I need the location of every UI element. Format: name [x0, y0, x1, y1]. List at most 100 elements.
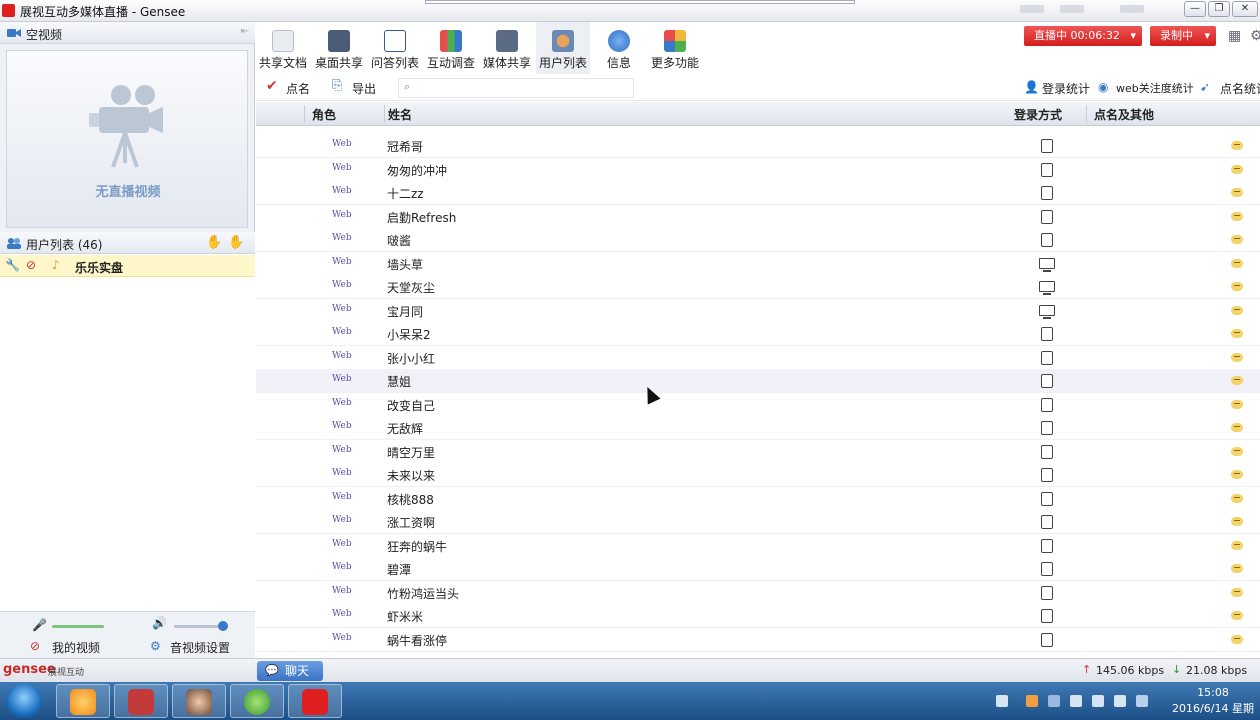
table-row[interactable]: Web 张小小红 — [256, 346, 1260, 370]
login-stats-button[interactable]: 登录统计 — [1042, 80, 1090, 97]
chat-bubble-icon[interactable] — [1231, 235, 1243, 244]
settings-icon[interactable]: ⚙ — [1250, 28, 1260, 44]
restore-button[interactable]: ❐ — [1208, 1, 1230, 17]
chat-bubble-icon[interactable] — [1231, 353, 1243, 362]
bluetooth-tray-icon[interactable] — [1048, 695, 1060, 707]
toolbar-user-list[interactable]: 用户列表 — [536, 22, 590, 74]
table-row[interactable]: Web 冠希哥 — [256, 134, 1260, 158]
camera-off-icon[interactable]: ⊘ — [26, 258, 36, 272]
column-header-role[interactable]: 角色 — [312, 106, 336, 123]
chat-bubble-icon[interactable] — [1231, 635, 1243, 644]
chat-bubble-icon[interactable] — [1231, 447, 1243, 456]
table-row[interactable]: Web 慧姐 — [256, 369, 1260, 393]
system-clock[interactable]: 15:08 2016/6/14 星期二 — [1168, 685, 1258, 720]
chat-bubble-icon[interactable] — [1231, 517, 1243, 526]
rollcall-stats-button[interactable]: 点名统计 — [1220, 80, 1260, 97]
chat-bubble-icon[interactable] — [1231, 470, 1243, 479]
table-row[interactable]: Web 核桃888 — [256, 487, 1260, 511]
app-tray-icon[interactable] — [1026, 695, 1038, 707]
grid-view-icon[interactable]: ▦ — [1228, 28, 1241, 44]
export-button[interactable]: 导出 — [352, 80, 376, 97]
chat-bubble-icon[interactable] — [1231, 541, 1243, 550]
table-row[interactable]: Web 虾米米 — [256, 604, 1260, 628]
collapse-icon[interactable]: ⇤ — [241, 26, 249, 37]
lower-hand-icon[interactable]: ✋ — [228, 235, 244, 250]
chat-bubble-icon[interactable] — [1231, 165, 1243, 174]
minimize-button[interactable]: — — [1184, 1, 1206, 17]
live-status-button[interactable]: 直播中 00:06:32 ▾ — [1024, 26, 1142, 46]
table-row[interactable]: Web 蜗牛看涨停 — [256, 628, 1260, 652]
table-row[interactable]: Web 无敌辉 — [256, 416, 1260, 440]
search-icon: ⌕ — [404, 80, 411, 93]
toolbar-more[interactable]: 更多功能 — [648, 22, 702, 74]
chat-bubble-icon[interactable] — [1231, 588, 1243, 597]
web-attention-stats-button[interactable]: web关注度统计 — [1116, 80, 1194, 96]
taskbar-app[interactable] — [172, 684, 226, 718]
search-input[interactable]: ⌕ — [398, 78, 634, 98]
volume-tray-icon[interactable] — [1114, 695, 1126, 707]
chat-bubble-icon[interactable] — [1231, 259, 1243, 268]
table-row[interactable]: Web 小呆呆2 — [256, 322, 1260, 346]
table-row[interactable]: Web 涨工资啊 — [256, 510, 1260, 534]
role-cell: Web — [332, 210, 352, 220]
chat-bubble-icon[interactable] — [1231, 611, 1243, 620]
recording-button[interactable]: 录制中 ▾ — [1150, 26, 1216, 46]
speaker-icon[interactable]: 🔊 — [152, 616, 167, 630]
chat-bubble-icon[interactable] — [1231, 564, 1243, 573]
chat-bubble-icon[interactable] — [1231, 188, 1243, 197]
toolbar-survey[interactable]: 互动调查 — [424, 22, 478, 74]
column-header-name[interactable]: 姓名 — [388, 106, 412, 123]
table-row[interactable]: Web 改变自己 — [256, 393, 1260, 417]
table-row[interactable]: Web 竹粉鸿运当头 — [256, 581, 1260, 605]
chat-bubble-icon[interactable] — [1231, 212, 1243, 221]
table-row[interactable]: Web 墙头草 — [256, 252, 1260, 276]
table-row[interactable]: Web 天堂灰尘 — [256, 275, 1260, 299]
my-video-button[interactable]: 我的视频 — [52, 639, 100, 656]
chat-bubble-icon: 💬 — [265, 664, 279, 677]
toolbar-share-document[interactable]: 共享文档 — [256, 22, 310, 74]
table-row[interactable]: Web 宝月同 — [256, 299, 1260, 323]
name-cell: 改变自己 — [387, 399, 436, 413]
chat-bubble-icon[interactable] — [1231, 400, 1243, 409]
toolbar-info[interactable]: 信息 — [592, 22, 646, 74]
microphone-icon[interactable]: 🎤 — [32, 618, 47, 632]
chat-bubble-icon[interactable] — [1231, 329, 1243, 338]
start-button[interactable] — [6, 684, 42, 718]
network-tray-icon[interactable] — [1070, 695, 1082, 707]
keyboard-tray-icon[interactable] — [996, 695, 1008, 707]
rollcall-button[interactable]: 点名 — [286, 80, 310, 97]
table-row[interactable]: Web 啵酱 — [256, 228, 1260, 252]
table-row[interactable]: Web 未来以来 — [256, 463, 1260, 487]
chat-tab[interactable]: 💬 聊天 — [257, 661, 323, 681]
taskbar-app-live[interactable] — [288, 684, 342, 718]
av-settings-button[interactable]: 音视频设置 — [170, 639, 230, 656]
column-header-rollcall[interactable]: 点名及其他 — [1094, 106, 1154, 123]
user-list-item[interactable]: 🔧 ⊘ ♪ 乐乐实盘 — [0, 255, 255, 277]
toolbar-media-share[interactable]: 媒体共享 — [480, 22, 534, 74]
usb-tray-icon[interactable] — [1092, 695, 1104, 707]
table-row[interactable]: Web 十二zz — [256, 181, 1260, 205]
chat-bubble-icon[interactable] — [1231, 282, 1243, 291]
close-button[interactable]: ✕ — [1232, 1, 1258, 17]
chat-bubble-icon[interactable] — [1231, 423, 1243, 432]
microphone-icon[interactable]: ♪ — [52, 258, 60, 272]
mic-volume-slider[interactable] — [52, 625, 104, 628]
column-header-login[interactable]: 登录方式 — [1014, 106, 1062, 123]
toolbar-desktop-share[interactable]: 桌面共享 — [312, 22, 366, 74]
taskbar-app[interactable] — [56, 684, 110, 718]
table-row[interactable]: Web 碧潭 — [256, 557, 1260, 581]
table-row[interactable]: Web 匆匆的冲冲 — [256, 158, 1260, 182]
chat-bubble-icon[interactable] — [1231, 376, 1243, 385]
chat-bubble-icon[interactable] — [1231, 141, 1243, 150]
signal-tray-icon[interactable] — [1136, 695, 1148, 707]
chat-bubble-icon[interactable] — [1231, 494, 1243, 503]
table-row[interactable]: Web 晴空万里 — [256, 440, 1260, 464]
raise-hand-icon[interactable]: ✋ — [206, 235, 222, 250]
toolbar-qa-list[interactable]: 问答列表 — [368, 22, 422, 74]
table-row[interactable]: Web 启勤Refresh — [256, 205, 1260, 229]
chat-bubble-icon[interactable] — [1231, 306, 1243, 315]
taskbar-app[interactable] — [114, 684, 168, 718]
taskbar-app[interactable] — [230, 684, 284, 718]
table-row[interactable]: Web 狂奔的蜗牛 — [256, 534, 1260, 558]
speaker-volume-slider[interactable] — [174, 621, 228, 631]
